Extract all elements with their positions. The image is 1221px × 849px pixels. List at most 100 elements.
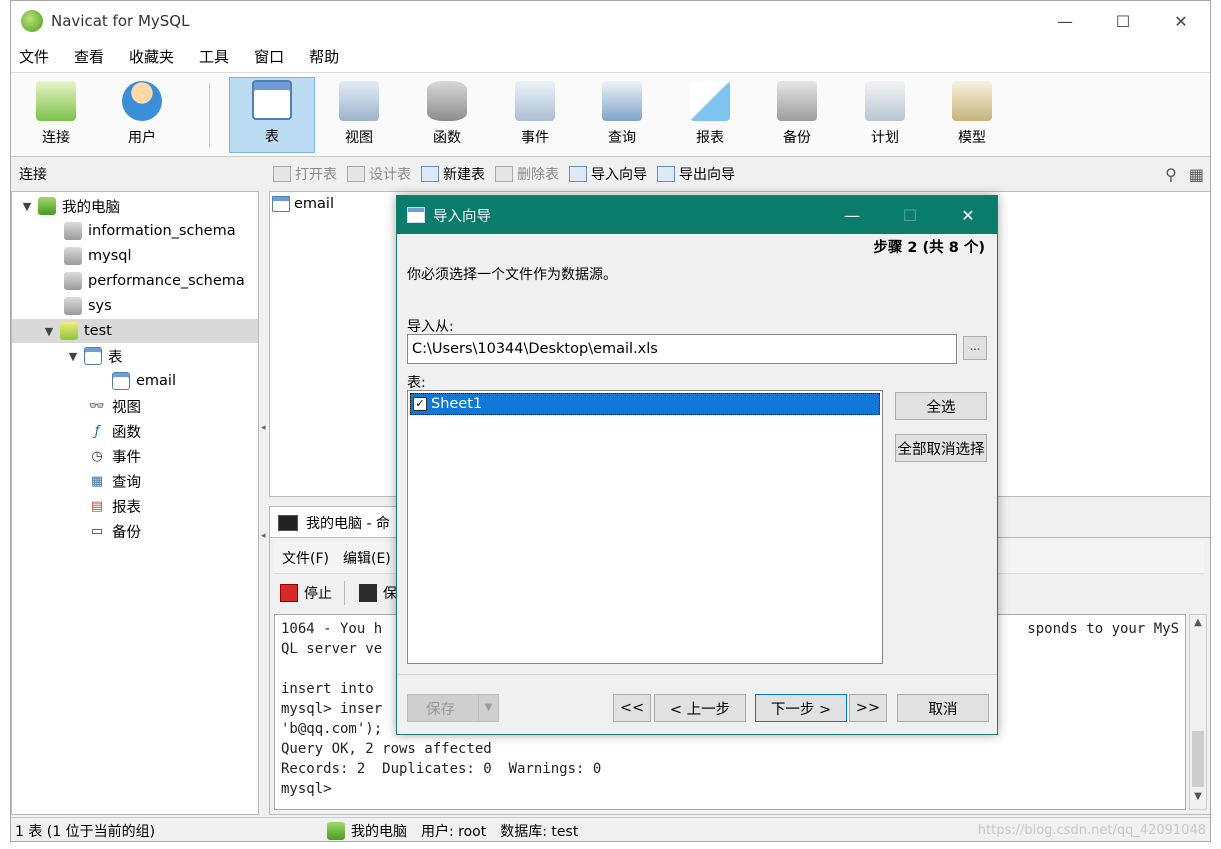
maximize-button[interactable]: ☐ — [1094, 1, 1152, 41]
tree-item-functions[interactable]: ƒ 函数 — [12, 419, 258, 443]
tree-item-information-schema[interactable]: information_schema — [12, 219, 258, 243]
toolbar-schedule-button[interactable]: 计划 — [842, 77, 928, 153]
scroll-up-icon[interactable]: ▲ — [1190, 617, 1206, 633]
toolbar-label: 连接 — [42, 130, 70, 146]
console-line: Records: 2 Duplicates: 0 Warnings: 0 — [281, 761, 602, 777]
save-label[interactable]: 保 — [383, 583, 397, 603]
console-scrollbar[interactable]: ▲ ▼ — [1189, 614, 1207, 810]
last-step-button[interactable]: >> — [849, 694, 887, 722]
main-toolbar: 连接 用户 表 视图 函数 事件 查询 报表 备份 计划 模型 — [11, 73, 1210, 157]
splitter-grip-icon[interactable]: ◂ — [261, 531, 267, 545]
menu-tools[interactable]: 工具 — [191, 46, 246, 67]
dialog-title: 导入向导 — [433, 208, 491, 225]
save-profile-button[interactable]: 保存 ▼ — [407, 694, 499, 722]
menu-window[interactable]: 窗口 — [246, 46, 301, 67]
design-table-button[interactable]: 设计表 — [347, 164, 411, 184]
dialog-maximize-button: ☐ — [902, 205, 918, 225]
toolbar-label: 用户 — [128, 130, 156, 146]
scroll-thumb[interactable] — [1192, 731, 1204, 787]
connection-icon — [327, 821, 345, 840]
tree-item-queries[interactable]: ▦ 查询 — [12, 469, 258, 493]
browse-file-button[interactable]: ... — [963, 336, 987, 360]
select-all-button[interactable]: 全选 — [895, 392, 987, 420]
new-table-button[interactable]: 新建表 — [421, 164, 485, 184]
console-menu-file[interactable]: 文件(F) — [282, 548, 329, 568]
first-step-button[interactable]: << — [613, 694, 651, 722]
open-table-icon — [273, 166, 291, 182]
deselect-all-button[interactable]: 全部取消选择 — [895, 434, 987, 462]
new-table-icon — [421, 166, 439, 182]
tree-item-label: 表 — [108, 349, 123, 366]
close-button[interactable]: ✕ — [1152, 1, 1210, 41]
delete-table-button[interactable]: 删除表 — [495, 164, 559, 184]
toolbar-user-button[interactable]: 用户 — [99, 77, 185, 153]
tree-item-label: 备份 — [112, 524, 141, 541]
collapse-arrow-icon[interactable]: ▼ — [20, 200, 34, 213]
new-table-label: 新建表 — [443, 167, 485, 183]
tree-item-backups[interactable]: ▭ 备份 — [12, 519, 258, 543]
tree-item-sys[interactable]: sys — [12, 294, 258, 318]
dialog-minimize-button[interactable]: — — [823, 196, 881, 234]
pane-splitter[interactable]: ◂ ◂ — [260, 191, 268, 815]
terminal-icon — [278, 514, 298, 531]
splitter-grip-icon[interactable]: ◂ — [261, 423, 267, 437]
minimize-button[interactable]: — — [1036, 1, 1094, 41]
tree-item-events[interactable]: ◷ 事件 — [12, 444, 258, 468]
next-step-button[interactable]: 下一步 > — [755, 694, 847, 722]
menu-view[interactable]: 查看 — [66, 46, 121, 67]
delete-table-icon — [495, 166, 513, 182]
title-bar: Navicat for MySQL — ☐ ✕ — [11, 1, 1210, 41]
scroll-down-icon[interactable]: ▼ — [1190, 791, 1206, 807]
console-tab[interactable]: 我的电脑 - 命 — [269, 506, 409, 538]
dialog-close-button[interactable]: ✕ — [939, 196, 997, 234]
export-wizard-button[interactable]: 导出向导 — [657, 164, 735, 184]
collapse-arrow-icon[interactable]: ▼ — [66, 350, 80, 363]
search-icon[interactable]: ⚲ — [1165, 165, 1177, 184]
tree-item-performance-schema[interactable]: performance_schema — [12, 269, 258, 293]
tree-item-views[interactable]: 👓 视图 — [12, 394, 258, 418]
toolbar-connection-button[interactable]: 连接 — [13, 77, 99, 153]
tree-item-test[interactable]: ▼ test — [12, 319, 258, 343]
menu-favorites[interactable]: 收藏夹 — [121, 46, 191, 67]
tree-item-label: email — [136, 373, 176, 389]
toolbar-query-button[interactable]: 查询 — [579, 77, 665, 153]
table-icon — [252, 80, 292, 120]
design-table-label: 设计表 — [369, 167, 411, 183]
sheet-list-item[interactable]: ✓ Sheet1 — [410, 393, 880, 415]
open-table-button[interactable]: 打开表 — [273, 164, 337, 184]
dialog-footer-separator — [397, 674, 997, 675]
tree-item-label: test — [84, 323, 112, 339]
tree-item-email-table[interactable]: email — [12, 369, 258, 393]
previous-step-button[interactable]: < 上一步 — [654, 694, 746, 722]
dialog-title-bar: 导入向导 — ☐ ✕ — [397, 196, 997, 234]
object-item-email[interactable]: email — [272, 196, 334, 212]
toolbar-function-button[interactable]: 函数 — [404, 77, 490, 153]
menu-file[interactable]: 文件 — [11, 46, 66, 67]
toolbar-separator — [209, 83, 210, 147]
toolbar-view-button[interactable]: 视图 — [316, 77, 402, 153]
stop-label[interactable]: 停止 — [304, 583, 332, 603]
import-wizard-button[interactable]: 导入向导 — [569, 164, 647, 184]
cancel-button[interactable]: 取消 — [897, 694, 989, 722]
sheet-checkbox[interactable]: ✓ — [413, 397, 427, 411]
toolbar-report-button[interactable]: 报表 — [667, 77, 753, 153]
tree-item-reports[interactable]: ▤ 报表 — [12, 494, 258, 518]
toolbar-backup-button[interactable]: 备份 — [754, 77, 840, 153]
grid-view-icon[interactable]: ▦ — [1189, 165, 1204, 184]
tree-item-mysql[interactable]: mysql — [12, 244, 258, 268]
dropdown-arrow-icon[interactable]: ▼ — [478, 695, 498, 721]
function-icon: ƒ — [94, 423, 100, 439]
stop-icon[interactable] — [280, 584, 298, 602]
console-menu-edit[interactable]: 编辑(E) — [343, 548, 391, 568]
import-file-path-input[interactable]: C:\Users\10344\Desktop\email.xls — [407, 334, 957, 364]
export-wizard-label: 导出向导 — [679, 167, 735, 183]
toolbar-model-button[interactable]: 模型 — [929, 77, 1015, 153]
status-object-count: 1 表 (1 位于当前的组) — [15, 823, 156, 840]
menu-help[interactable]: 帮助 — [301, 46, 356, 67]
save-icon[interactable] — [359, 584, 377, 602]
collapse-arrow-icon[interactable]: ▼ — [42, 325, 56, 338]
toolbar-table-button[interactable]: 表 — [229, 77, 315, 153]
toolbar-event-button[interactable]: 事件 — [492, 77, 578, 153]
tree-item-my-computer[interactable]: ▼ 我的电脑 — [12, 194, 258, 218]
tree-item-tables[interactable]: ▼ 表 — [12, 344, 258, 368]
